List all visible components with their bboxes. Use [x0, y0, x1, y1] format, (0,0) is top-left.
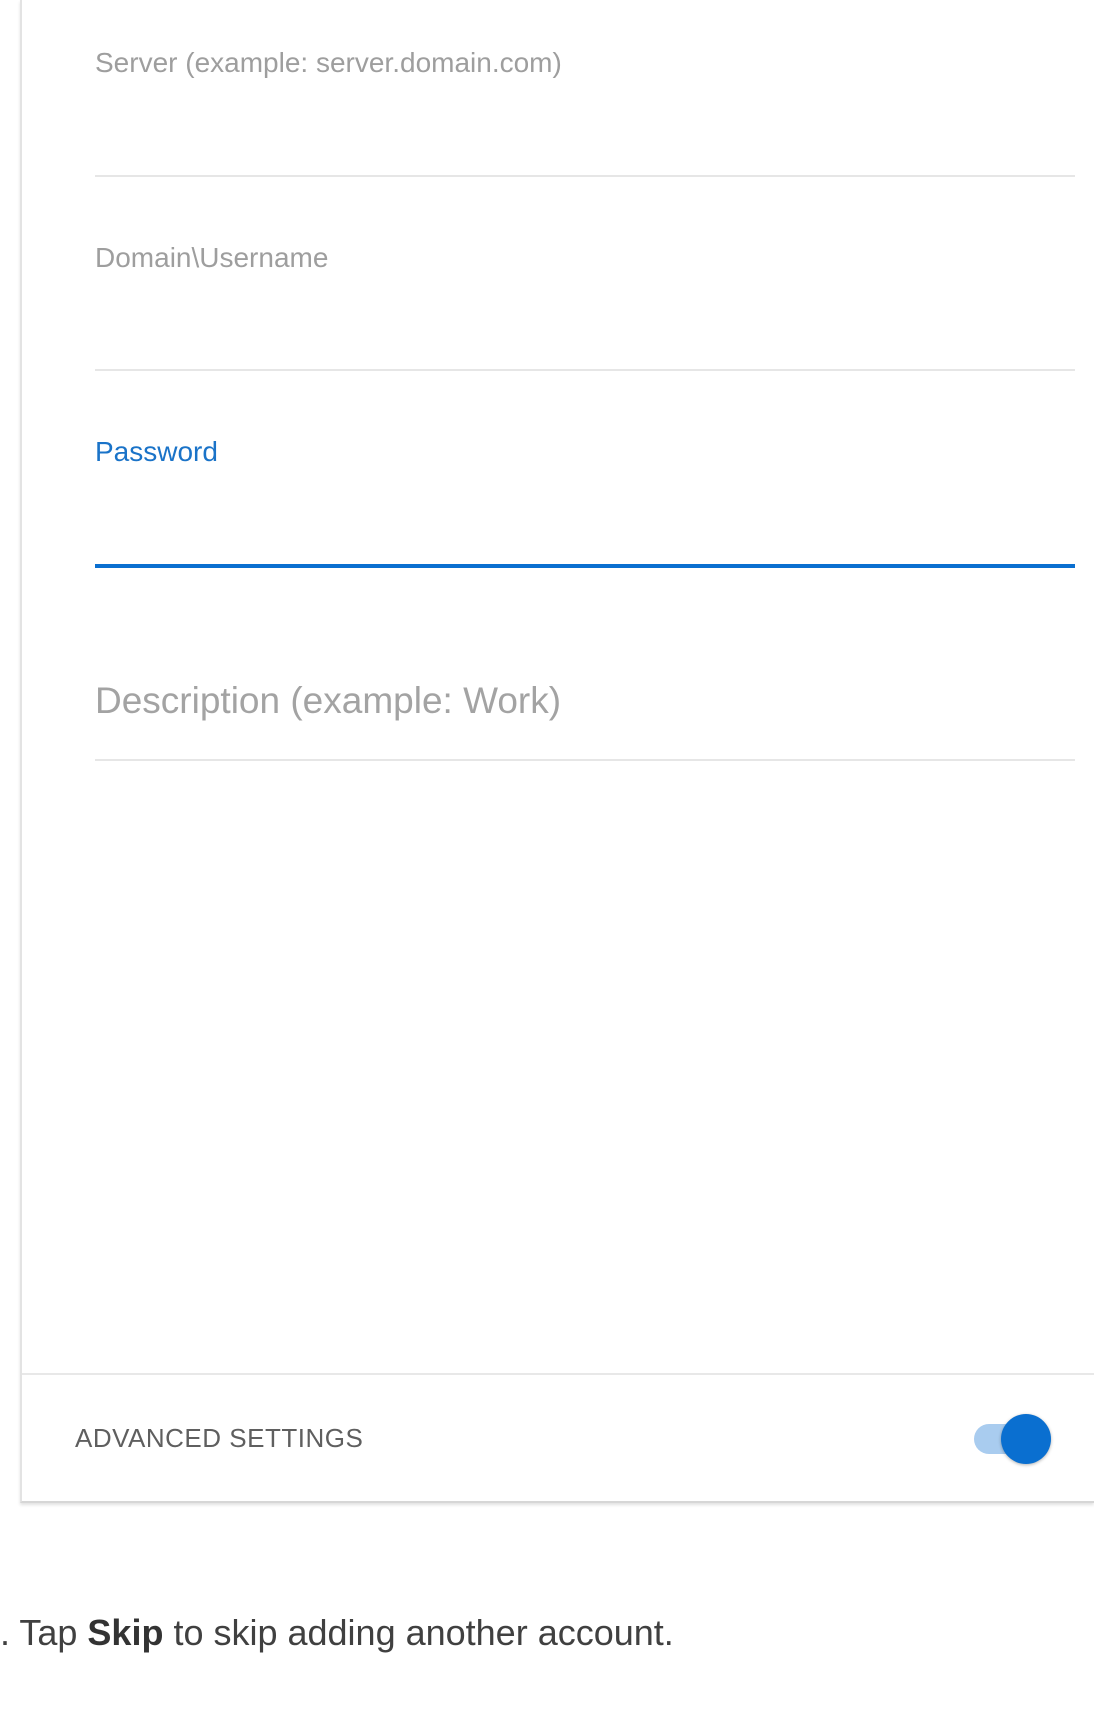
server-underline [95, 175, 1075, 177]
account-setup-card: Server (example: server.domain.com) Doma… [20, 0, 1094, 1503]
instruction-text: . Tap Skip to skip adding another accoun… [0, 1612, 674, 1654]
username-underline [95, 369, 1075, 371]
toggle-thumb [1001, 1414, 1051, 1464]
footer-divider [22, 1373, 1094, 1375]
password-label: Password [95, 436, 218, 467]
advanced-settings-toggle[interactable] [974, 1414, 1051, 1464]
password-underline [95, 564, 1075, 568]
instruction-suffix: to skip adding another account. [163, 1612, 674, 1653]
description-placeholder: Description (example: Work) [95, 680, 562, 721]
advanced-settings-label: ADVANCED SETTINGS [75, 1423, 364, 1453]
skip-keyword: Skip [87, 1612, 164, 1653]
instruction-prefix: . Tap [0, 1612, 88, 1653]
description-underline [95, 759, 1075, 761]
username-label: Domain\Username [95, 242, 329, 273]
server-label: Server (example: server.domain.com) [95, 47, 562, 78]
